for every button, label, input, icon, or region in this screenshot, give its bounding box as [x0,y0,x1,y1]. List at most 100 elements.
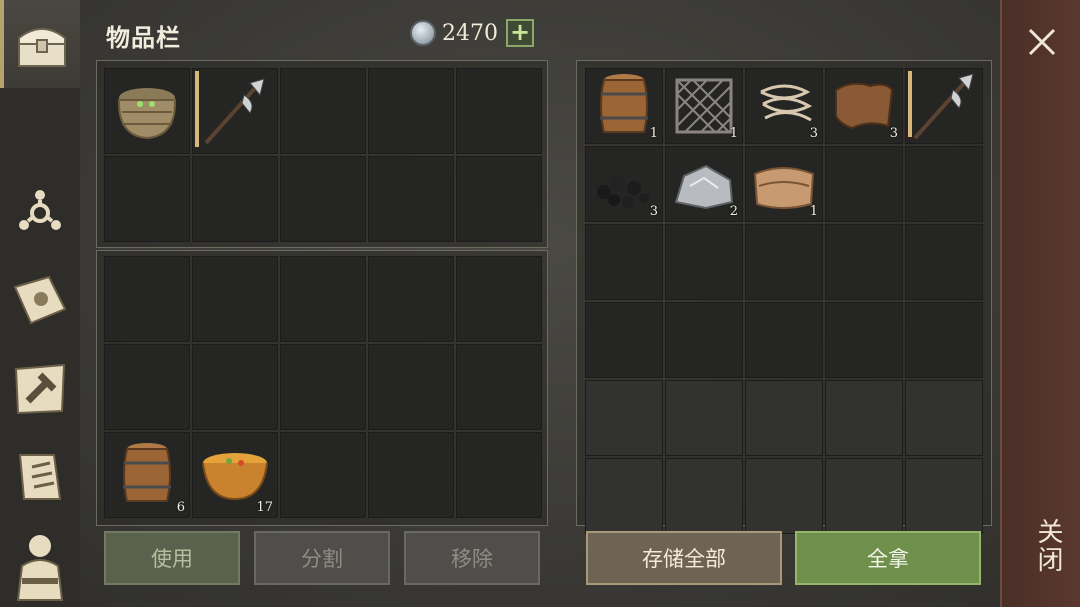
inventory-slot-empty[interactable] [745,302,823,378]
inventory-slot-empty[interactable] [825,458,903,534]
tab-journal[interactable] [0,266,80,336]
inventory-slot-filled[interactable] [104,68,190,154]
inventory-slot-filled[interactable]: 3 [745,68,823,144]
inventory-slot-empty[interactable] [456,68,542,154]
inventory-slot-empty[interactable] [192,344,278,430]
inventory-slot-empty[interactable] [585,224,663,300]
use-button[interactable]: 使用 [104,531,240,585]
inventory-slot-empty[interactable] [192,256,278,342]
remove-button[interactable]: 移除 [404,531,540,585]
inventory-slot-empty[interactable] [585,458,663,534]
sidebar [0,0,80,607]
wooden-barrel-icon [600,74,648,133]
coal-icon [597,176,649,208]
inventory-slot-empty[interactable] [665,302,743,378]
inventory-slot-filled[interactable] [905,68,983,144]
inventory-slot-empty[interactable] [745,380,823,456]
tab-crafting[interactable] [0,354,80,424]
inventory-slot-empty[interactable] [905,458,983,534]
journal-icon [13,275,67,325]
inventory-slot-empty[interactable] [905,146,983,222]
tab-character[interactable] [0,526,80,606]
item-quantity: 3 [889,126,898,141]
inventory-slot-empty[interactable] [456,344,542,430]
iron-grate-icon [675,78,733,134]
inventory-slot-filled[interactable]: 2 [665,146,743,222]
halberd-icon [204,78,265,145]
item-quantity: 3 [649,204,658,219]
coin-amount: 2470 [442,20,498,46]
inventory-slot-empty[interactable] [368,156,454,242]
item-quantity: 1 [809,204,818,219]
leather-icon [835,82,894,130]
chest-icon [18,28,66,67]
inventory-slot-empty[interactable] [368,344,454,430]
inventory-slot-empty[interactable] [665,380,743,456]
inventory-slot-filled[interactable]: 3 [585,146,663,222]
inventory-slot-filled[interactable]: 1 [745,146,823,222]
inventory-slot-filled[interactable] [192,68,278,154]
cloth-icon [753,167,815,209]
currency-display: 2470 + [410,18,534,48]
inventory-slot-empty[interactable] [280,432,366,518]
wooden-barrel-icon [123,443,171,502]
store-all-button[interactable]: 存储全部 [586,531,782,585]
inventory-slot-empty[interactable] [104,256,190,342]
inventory-slot-empty[interactable] [585,302,663,378]
halberd-icon [913,73,974,140]
soup-bowl-icon [202,453,268,501]
inventory-slot-filled[interactable]: 6 [104,432,190,518]
item-quantity: 6 [176,500,185,515]
item-quantity: 1 [729,126,738,141]
inventory-slot-empty[interactable] [192,156,278,242]
split-button[interactable]: 分割 [254,531,390,585]
tab-radiation[interactable] [0,178,80,248]
inventory-slot-empty[interactable] [585,380,663,456]
inventory-slot-empty[interactable] [745,224,823,300]
item-quantity: 3 [809,126,818,141]
inventory-slot-empty[interactable] [456,156,542,242]
inventory-slot-empty[interactable] [368,68,454,154]
inventory-slot-empty[interactable] [825,146,903,222]
inventory-slot-empty[interactable] [104,344,190,430]
item-quantity: 1 [649,126,658,141]
inventory-slot-filled[interactable]: 17 [192,432,278,518]
tab-inventory[interactable] [0,0,80,88]
inventory-slot-empty[interactable] [665,224,743,300]
inventory-slot-empty[interactable] [825,380,903,456]
inventory-top-grid [104,68,542,242]
inventory-slot-empty[interactable] [905,380,983,456]
inventory-slot-empty[interactable] [280,156,366,242]
item-quantity: 17 [256,500,273,515]
inventory-slot-empty[interactable] [368,256,454,342]
inventory-slot-empty[interactable] [825,224,903,300]
inventory-slot-empty[interactable] [665,458,743,534]
inventory-slot-filled[interactable]: 3 [825,68,903,144]
storage-grid: 1 1 3 3 3 2 1 [585,68,983,534]
inventory-slot-empty[interactable] [280,68,366,154]
inventory-slot-empty[interactable] [280,256,366,342]
inventory-slot-filled[interactable]: 1 [665,68,743,144]
inventory-slot-filled[interactable]: 1 [585,68,663,144]
quest-scroll-icon [18,454,62,500]
inventory-slot-empty[interactable] [104,156,190,242]
inventory-slot-empty[interactable] [368,432,454,518]
close-label: 关闭 [1033,518,1063,574]
close-icon[interactable] [1022,22,1062,62]
inventory-slot-empty[interactable] [280,344,366,430]
inventory-slot-empty[interactable] [825,302,903,378]
inventory-slot-empty[interactable] [456,432,542,518]
tab-quests[interactable] [0,442,80,512]
inventory-slot-empty[interactable] [745,458,823,534]
inventory-slot-empty[interactable] [456,256,542,342]
take-all-button[interactable]: 全拿 [795,531,981,585]
close-panel[interactable]: 关闭 [1000,0,1080,607]
wicker-basket-icon [117,88,177,140]
add-coins-button[interactable]: + [506,19,534,47]
inventory-slot-empty[interactable] [905,224,983,300]
craft-icon [14,363,66,415]
inventory-slot-empty[interactable] [905,302,983,378]
character-icon [16,535,64,601]
inventory-bottom-grid: 6 17 [104,256,542,518]
iron-ore-icon [674,164,734,210]
